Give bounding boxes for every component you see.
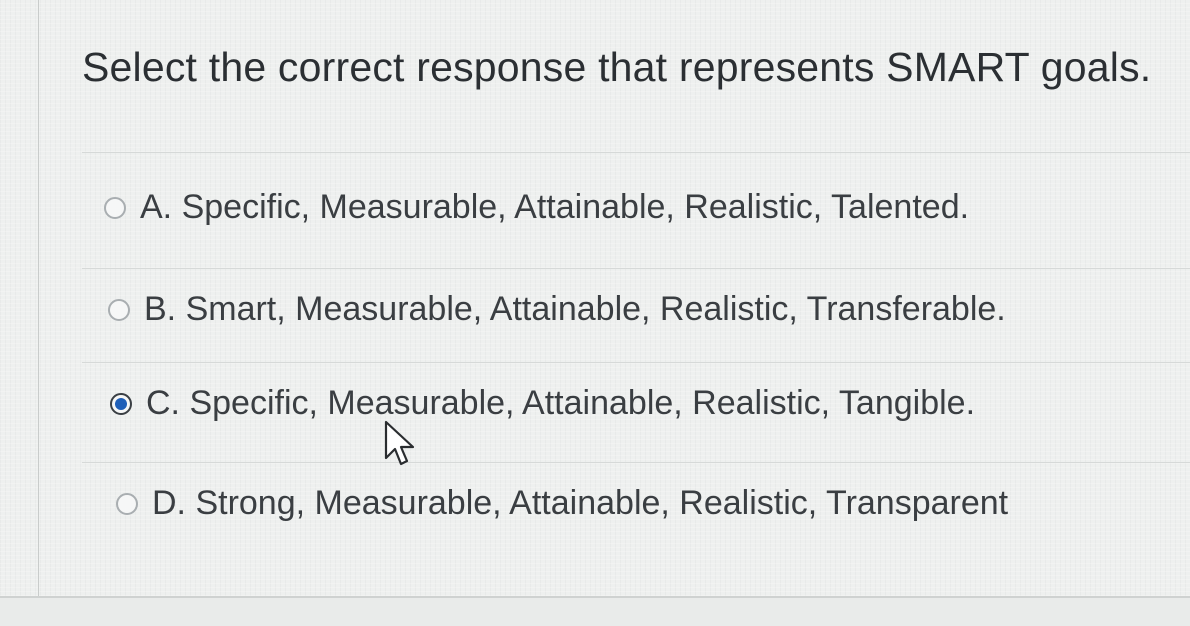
divider: [82, 152, 1190, 153]
option-a[interactable]: A. Specific, Measurable, Attainable, Rea…: [104, 188, 969, 227]
option-d-label[interactable]: D. Strong, Measurable, Attainable, Reali…: [152, 484, 1008, 523]
divider: [82, 362, 1190, 363]
card-bottom-border: [0, 596, 1190, 598]
option-c-label[interactable]: C. Specific, Measurable, Attainable, Rea…: [146, 384, 975, 423]
radio-button-a[interactable]: [104, 196, 126, 219]
option-a-label[interactable]: A. Specific, Measurable, Attainable, Rea…: [140, 188, 969, 227]
option-c[interactable]: C. Specific, Measurable, Attainable, Rea…: [110, 384, 975, 423]
divider: [82, 462, 1190, 463]
question-text: Select the correct response that represe…: [82, 44, 1152, 90]
radio-button-c-selected[interactable]: [110, 392, 132, 415]
option-b[interactable]: B. Smart, Measurable, Attainable, Realis…: [108, 290, 1006, 329]
divider: [82, 268, 1190, 269]
option-b-label[interactable]: B. Smart, Measurable, Attainable, Realis…: [144, 290, 1006, 329]
card-left-border: [38, 0, 39, 596]
question-card: Select the correct response that represe…: [0, 0, 1190, 596]
radio-button-d[interactable]: [116, 492, 138, 515]
radio-button-b[interactable]: [108, 298, 130, 321]
mouse-pointer-icon: [384, 420, 415, 466]
option-d[interactable]: D. Strong, Measurable, Attainable, Reali…: [116, 484, 1008, 523]
